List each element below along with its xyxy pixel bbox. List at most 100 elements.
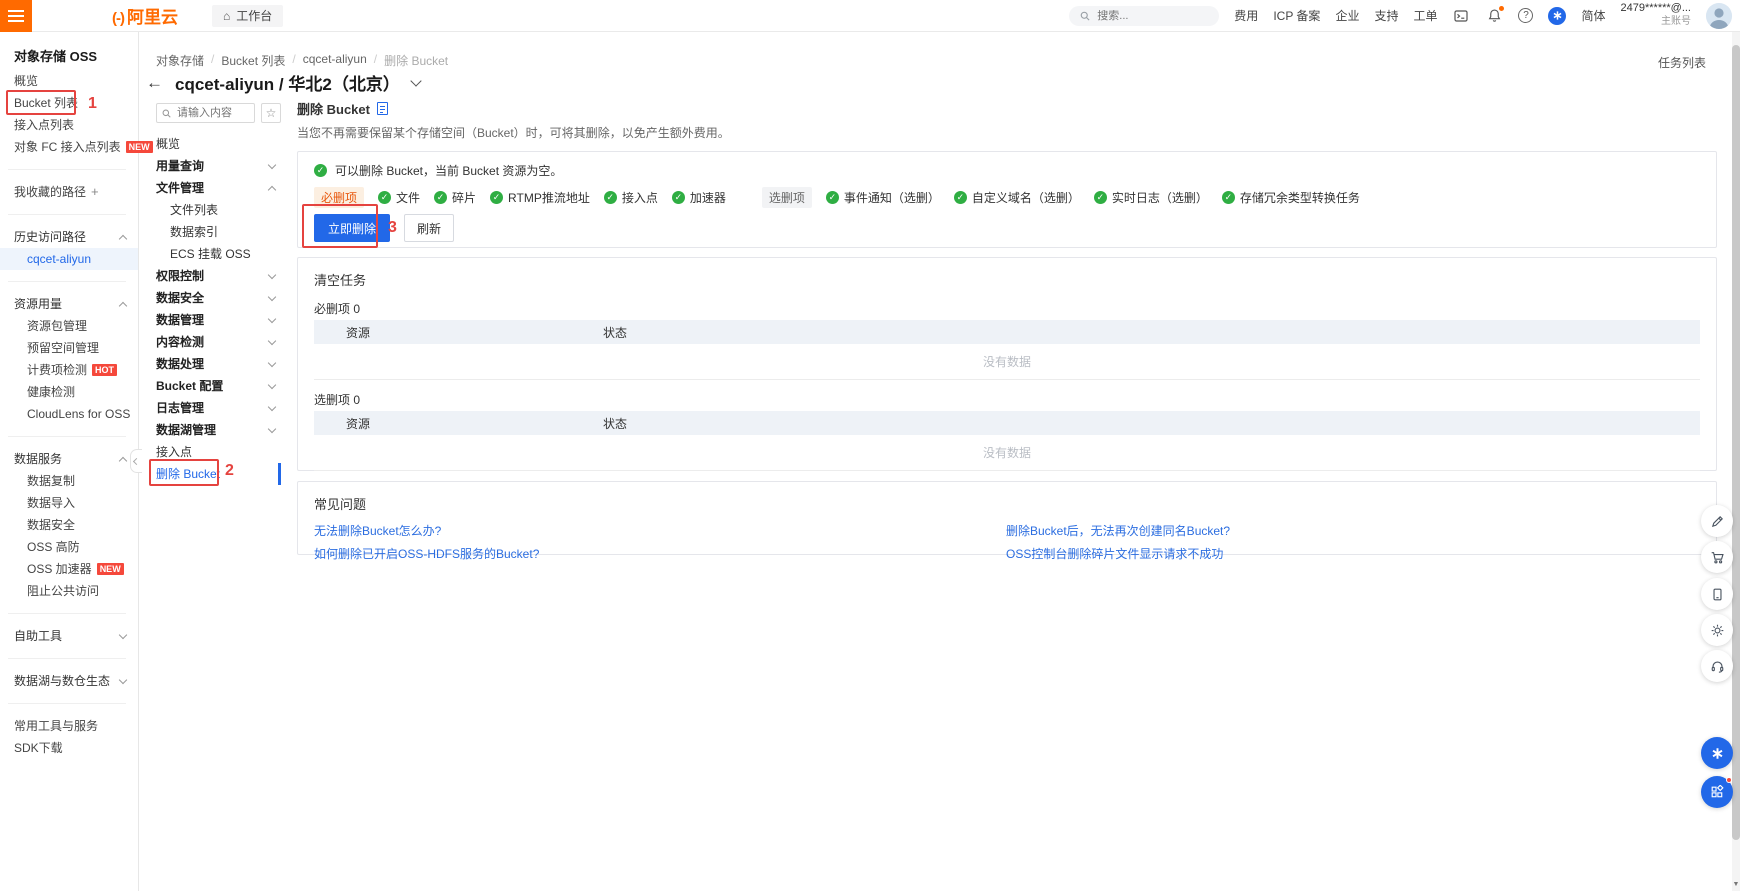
resource-label: 加速器: [689, 190, 726, 205]
sidebar-collapse-handle[interactable]: [130, 449, 142, 473]
sidebar-item[interactable]: 阻止公共访问: [0, 580, 138, 602]
faq-link[interactable]: 无法删除Bucket怎么办?: [314, 522, 441, 539]
sidebar-item[interactable]: Bucket 列表: [0, 92, 138, 114]
bucket-nav-item[interactable]: 内容检测: [143, 331, 281, 353]
account-info[interactable]: 2479******@... 主账号: [1621, 2, 1692, 28]
sidebar-item[interactable]: 常用工具与服务: [0, 715, 138, 737]
global-search[interactable]: [1069, 5, 1220, 26]
vertical-scrollbar[interactable]: ▼: [1732, 32, 1740, 891]
sidebar-item[interactable]: OSS 高防: [0, 536, 138, 558]
sidebar-item[interactable]: 数据湖与数仓生态: [0, 670, 138, 692]
bucket-switcher-chevron-down-icon[interactable]: [410, 74, 422, 87]
sidebar-item[interactable]: 对象 FC 接入点列表 NEW: [0, 136, 153, 158]
workbench-button[interactable]: ⌂ 工作台: [212, 4, 284, 27]
sidebar-item[interactable]: 数据复制: [0, 470, 138, 492]
bucket-nav-item[interactable]: 数据湖管理: [143, 419, 281, 441]
task-list-link[interactable]: 任务列表: [1658, 54, 1706, 71]
bucket-nav-item[interactable]: 概览: [143, 133, 281, 155]
bucket-nav-item-label: 文件管理: [156, 181, 205, 195]
mobile-app-button[interactable]: [1701, 578, 1733, 610]
breadcrumb-item[interactable]: cqcet-aliyun: [303, 52, 367, 69]
bucket-nav-item[interactable]: 数据安全: [143, 287, 281, 309]
add-favorite-icon[interactable]: +: [91, 181, 99, 203]
sidebar-item-label: 数据复制: [27, 474, 76, 488]
help-icon[interactable]: ?: [1518, 8, 1534, 23]
faq-link[interactable]: 如何删除已开启OSS-HDFS服务的Bucket?: [314, 545, 539, 562]
topnav-link[interactable]: 工单: [1413, 7, 1437, 24]
favorite-star-button[interactable]: ☆: [261, 103, 281, 123]
bucket-nav-item-label: 内容检测: [156, 335, 205, 349]
sidebar-item-label: 接入点列表: [14, 118, 75, 132]
sidebar-item[interactable]: 资源包管理: [0, 315, 138, 337]
breadcrumb-item[interactable]: 对象存储: [156, 52, 204, 69]
bucket-nav-item[interactable]: 文件列表: [143, 199, 281, 221]
sidebar-item[interactable]: cqcet-aliyun: [0, 248, 138, 270]
bucket-nav-item-label: 接入点: [156, 445, 193, 459]
bucket-nav-item[interactable]: 用量查询: [143, 155, 281, 177]
bucket-nav-item[interactable]: 文件管理: [143, 177, 281, 199]
aliyun-logo[interactable]: (-) 阿里云: [112, 3, 178, 28]
sidebar-item[interactable]: 自助工具: [0, 625, 138, 647]
bucket-nav-item[interactable]: Bucket 配置: [143, 375, 281, 397]
mini-apps-button[interactable]: [1701, 776, 1733, 808]
bucket-nav-item[interactable]: 权限控制: [143, 265, 281, 287]
feedback-pencil-button[interactable]: [1701, 505, 1733, 537]
breadcrumb-item[interactable]: Bucket 列表: [221, 52, 285, 69]
check-circle-icon: ✓: [953, 190, 967, 204]
resource-check-item: ✓ 实时日志（选删）: [1093, 189, 1208, 206]
sidebar-item[interactable]: 数据安全: [0, 514, 138, 536]
support-button[interactable]: [1701, 650, 1733, 682]
sidebar-item[interactable]: 历史访问路径: [0, 226, 138, 248]
notification-bell-icon[interactable]: [1485, 5, 1505, 25]
sidebar-item[interactable]: 计费项检测 HOT: [0, 359, 138, 381]
faq-link[interactable]: 删除Bucket后，无法再次创建同名Bucket?: [1006, 522, 1230, 539]
doc-help-icon[interactable]: [376, 102, 388, 115]
sidebar-item[interactable]: 我收藏的路径 +: [0, 181, 138, 203]
sidebar-item[interactable]: 接入点列表: [0, 114, 138, 136]
aliyun-assistant-button[interactable]: [1701, 737, 1733, 769]
bucket-nav-item[interactable]: 接入点: [143, 441, 281, 463]
topnav-link[interactable]: 支持: [1374, 7, 1398, 24]
app-asterisk-icon[interactable]: [1548, 6, 1567, 25]
hamburger-menu-button[interactable]: [0, 0, 32, 32]
bucket-nav-item[interactable]: 数据索引: [143, 221, 281, 243]
avatar[interactable]: [1706, 2, 1732, 29]
sidebar-item-label: 对象 FC 接入点列表: [14, 140, 121, 154]
bucket-nav-item[interactable]: 日志管理: [143, 397, 281, 419]
sidebar-item-label: 预留空间管理: [27, 341, 100, 355]
sidebar-item[interactable]: 健康检测: [0, 381, 138, 403]
bucket-nav-item[interactable]: 数据管理: [143, 309, 281, 331]
faq-link[interactable]: OSS控制台删除碎片文件显示请求不成功: [1006, 545, 1223, 562]
chevron-up-icon: [118, 456, 128, 465]
settings-button[interactable]: [1701, 614, 1733, 646]
sidebar-item[interactable]: CloudLens for OSS: [0, 403, 138, 425]
scrollbar-thumb[interactable]: [1732, 45, 1740, 840]
sidebar-item[interactable]: 数据服务: [0, 448, 138, 470]
topnav-link[interactable]: ICP 备案: [1273, 7, 1320, 24]
sidebar-item[interactable]: OSS 加速器 NEW: [0, 558, 138, 580]
scrollbar-down-arrow[interactable]: ▼: [1732, 881, 1740, 889]
back-arrow-icon[interactable]: ←: [146, 73, 163, 93]
bucket-nav-item[interactable]: 删除 Bucket: [143, 463, 281, 485]
global-search-input[interactable]: [1097, 9, 1198, 22]
resource-label: 实时日志（选删）: [1111, 190, 1208, 205]
cart-button[interactable]: [1701, 541, 1733, 573]
sidebar-item[interactable]: 预留空间管理: [0, 337, 138, 359]
bucket-nav-item[interactable]: 数据处理: [143, 353, 281, 375]
bucket-nav-item[interactable]: ECS 挂载 OSS: [143, 243, 281, 265]
sidebar-item[interactable]: 数据导入: [0, 492, 138, 514]
delete-status-panel: ✓ 可以删除 Bucket，当前 Bucket 资源为空。 必删项 ✓ 文件 ✓ 碎片 ✓…: [297, 151, 1717, 248]
sidebar-divider: [8, 658, 126, 659]
topnav-link[interactable]: 费用: [1234, 7, 1258, 24]
terminal-icon[interactable]: [1452, 7, 1470, 25]
topnav-link[interactable]: 企业: [1335, 7, 1359, 24]
delete-now-button[interactable]: 立即删除: [314, 214, 391, 242]
refresh-button[interactable]: 刷新: [404, 214, 455, 242]
check-circle-icon: ✓: [314, 163, 327, 177]
sidebar-item[interactable]: 资源用量: [0, 293, 138, 315]
badge-hot: HOT: [92, 363, 118, 377]
sidebar-item[interactable]: SDK下载: [0, 737, 138, 759]
topnav-right: 费用 ICP 备案企业支持工单 ? 简体 2479******@... 主账号: [1069, 2, 1740, 29]
language-switcher[interactable]: 简体: [1581, 7, 1605, 24]
sidebar-item[interactable]: 概览: [0, 70, 138, 92]
